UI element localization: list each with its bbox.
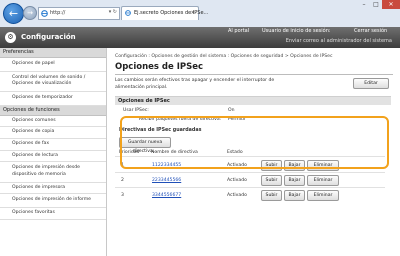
address-controls-icon[interactable]: ▾ ↻ [109,9,117,15]
minimize-button[interactable]: – [358,0,370,9]
app-title: Configuración [21,33,76,41]
window-controls: – □ ✕ [358,0,400,9]
breadcrumb: Configuración : Opciones de gestión del … [115,54,333,59]
row-status: Activado [227,193,247,198]
use-ipsec-label: Usar IPSec: [123,108,149,113]
logout-link[interactable]: Cerrar sesión [354,28,387,34]
sidebar-item-memory-print[interactable]: Opciones de impresión desde dispositivo … [0,162,106,183]
row-policy-link[interactable]: 2233445566 [152,178,181,183]
tab-ie-icon [125,10,131,16]
sidebar-item-favorites[interactable]: Opciones favoritas [0,208,106,220]
settings-logo-icon: ⚙ [5,32,16,43]
sidebar-item-scan[interactable]: Opciones de lectura [0,151,106,163]
sidebar-item-volume-display[interactable]: Control del volumen de sonido / Opciones… [0,72,106,92]
move-down-button[interactable]: Bajar [284,190,305,201]
sidebar-item-report-print[interactable]: Opciones de impresión de informe [0,194,106,208]
row-divider [115,172,385,173]
portal-link[interactable]: Al portal [228,28,249,34]
back-button[interactable]: ← [3,3,24,24]
table-row: 2 2233445566 Activado Subir Bajar Elimin… [115,174,385,187]
close-window-button[interactable]: ✕ [382,0,400,9]
row-status: Activado [227,178,247,183]
login-user-label: Usuario de inicio de sesión: [262,28,331,34]
back-arrow-icon: ← [8,7,19,20]
highlight-frame [120,116,389,169]
sidebar-heading: Preferencias [0,48,106,58]
tab-close-icon[interactable]: ✕ [191,10,195,16]
sidebar: Preferencias Opciones de papel Control d… [0,48,107,256]
use-ipsec-value: On [228,108,235,113]
title-divider [115,74,393,75]
row-policy-link[interactable]: 3344556677 [152,193,181,198]
address-bar[interactable]: http:// ▾ ↻ [38,7,120,20]
sidebar-item-fax[interactable]: Opciones de fax [0,139,106,151]
sidebar-item-common[interactable]: Opciones comunes [0,116,106,128]
move-up-button[interactable]: Subir [261,175,282,186]
maximize-button[interactable]: □ [370,0,382,9]
section-title: Opciones de IPSec [115,96,391,105]
sidebar-item-timer[interactable]: Opciones de temporizador [0,92,106,106]
app-header: Al portal Usuario de inicio de sesión: C… [0,27,400,48]
row-priority: 2 [121,178,124,183]
send-mail-link[interactable]: Enviar correo al administrador del siste… [286,38,392,44]
restart-note: Los cambios serán efectivos tras apagar … [115,78,275,90]
edit-button[interactable]: Editar [353,78,389,89]
delete-button[interactable]: Eliminar [307,190,339,201]
page-title: Opciones de IPSec [115,62,204,72]
sidebar-item-paper[interactable]: Opciones de papel [0,58,106,72]
ie-icon [41,10,48,17]
sidebar-section-functions: Opciones de funciones [0,105,106,116]
sidebar-item-copy[interactable]: Opciones de copia [0,127,106,139]
browser-tab[interactable]: Ej.secreto Opciones de IPSe... ✕ [121,6,208,20]
table-row: 3 3344556677 Activado Subir Bajar Elimin… [115,189,385,202]
delete-button[interactable]: Eliminar [307,175,339,186]
address-url: http:// [50,10,66,16]
forward-arrow-icon: → [27,9,33,17]
sidebar-item-printer[interactable]: Opciones de impresora [0,183,106,195]
move-down-button[interactable]: Bajar [284,175,305,186]
browser-chrome: ← → http:// ▾ ↻ Ej.secreto Opciones de I… [0,0,400,28]
forward-button[interactable]: → [23,6,37,20]
move-up-button[interactable]: Subir [261,190,282,201]
tab-title: Ej.secreto Opciones de IPSe... [134,10,209,16]
row-divider [115,187,385,188]
row-priority: 3 [121,193,124,198]
